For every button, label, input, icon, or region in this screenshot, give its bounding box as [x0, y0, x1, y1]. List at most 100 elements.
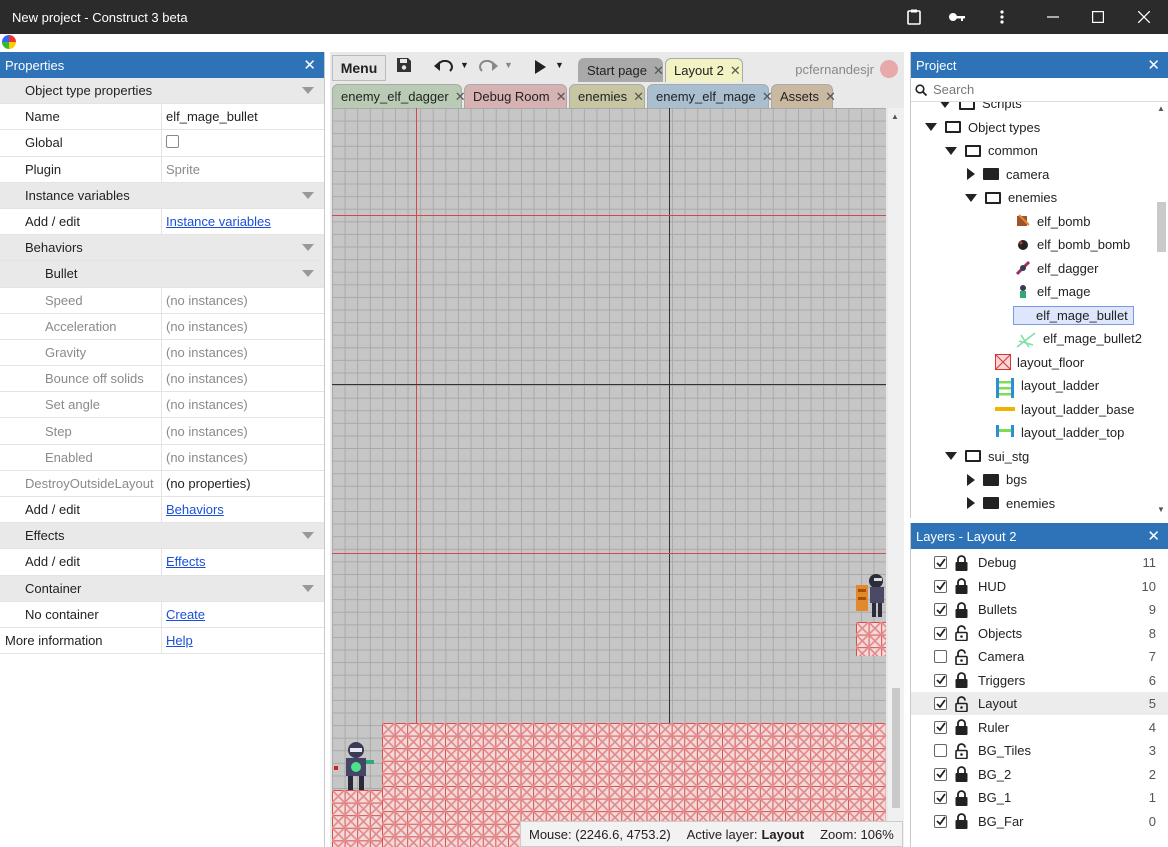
tab-close-icon[interactable]: ✕: [633, 89, 644, 105]
collapse-chevron-icon[interactable]: [302, 244, 314, 252]
collapse-chevron-icon[interactable]: [967, 473, 975, 486]
collapse-chevron-icon[interactable]: [967, 497, 975, 509]
tree-node[interactable]: layout_ladder: [995, 374, 1099, 398]
property-section[interactable]: Instance variables: [0, 182, 324, 209]
property-link[interactable]: Help: [166, 633, 193, 648]
tree-node[interactable]: elf_mage_bullet2: [1015, 327, 1142, 350]
collapse-chevron-icon[interactable]: [302, 584, 314, 592]
project-scrollbar[interactable]: ▲ ▼: [1156, 102, 1166, 516]
property-link[interactable]: Create: [166, 607, 205, 622]
property-value[interactable]: Create: [162, 607, 324, 622]
layer-visibility-checkbox[interactable]: [934, 650, 947, 664]
key-icon[interactable]: [935, 0, 979, 34]
tree-node[interactable]: common: [945, 139, 1038, 162]
tab-assets[interactable]: Assets ✕: [771, 84, 836, 108]
layer-visibility-checkbox[interactable]: [934, 556, 947, 570]
layer-row[interactable]: Ruler 4: [911, 716, 1168, 739]
property-row[interactable]: Add / edit Effects: [0, 549, 324, 576]
tree-node[interactable]: bgs: [965, 468, 1027, 491]
property-link[interactable]: Instance variables: [166, 214, 271, 229]
layer-row[interactable]: Layout 5: [911, 692, 1168, 716]
tree-node[interactable]: camera: [965, 163, 1049, 186]
layer-visibility-checkbox[interactable]: [934, 744, 947, 758]
property-row[interactable]: Global: [0, 130, 324, 157]
tree-node[interactable]: elf_mage_bullet: [1013, 304, 1134, 327]
scroll-up-icon[interactable]: ▲: [891, 112, 899, 121]
tree-node[interactable]: enemies: [965, 492, 1055, 515]
expand-chevron-icon[interactable]: [965, 193, 977, 202]
property-value[interactable]: Instance variables: [162, 214, 324, 229]
layer-visibility-checkbox[interactable]: [934, 697, 947, 711]
layer-visibility-checkbox[interactable]: [934, 767, 947, 781]
expand-chevron-icon[interactable]: [945, 452, 957, 460]
minimize-icon[interactable]: [1031, 0, 1075, 34]
clipboard-icon[interactable]: [892, 0, 936, 34]
layer-row[interactable]: BG_Tiles 3: [911, 739, 1168, 762]
property-section[interactable]: Effects: [0, 523, 324, 550]
tab-layout-2[interactable]: Layout 2 ✕: [665, 58, 743, 82]
layer-row[interactable]: Debug 11: [911, 551, 1168, 574]
property-row[interactable]: Step (no instances): [0, 418, 324, 445]
collapse-chevron-icon[interactable]: [302, 270, 314, 278]
tab-start-page[interactable]: Start page ✕: [578, 58, 664, 82]
lock-icon[interactable]: [955, 766, 968, 783]
unlock-icon[interactable]: [955, 648, 968, 665]
tab-close-icon[interactable]: ✕: [556, 89, 567, 105]
tab-enemy-elf-dagger[interactable]: enemy_elf_dagger ✕: [332, 84, 466, 108]
tree-node[interactable]: enemies: [965, 186, 1057, 209]
expand-chevron-icon[interactable]: [939, 102, 951, 108]
collapse-chevron-icon[interactable]: [302, 87, 314, 95]
layer-row[interactable]: Objects 8: [911, 622, 1168, 645]
expand-chevron-icon[interactable]: [925, 123, 937, 131]
layout-floor-tiles[interactable]: [856, 622, 886, 656]
property-row[interactable]: Add / edit Instance variables: [0, 208, 324, 236]
tree-node[interactable]: elf_dagger: [1015, 257, 1098, 280]
unlock-icon[interactable]: [955, 742, 968, 759]
layer-visibility-checkbox[interactable]: [934, 673, 947, 687]
property-row[interactable]: More information Help: [0, 627, 324, 655]
layer-row[interactable]: Triggers 6: [911, 669, 1168, 692]
property-link[interactable]: Effects: [166, 554, 206, 569]
collapse-chevron-icon[interactable]: [302, 191, 314, 199]
lock-icon[interactable]: [955, 554, 968, 571]
tree-node[interactable]: layout_ladder_top: [995, 421, 1124, 444]
scroll-down-icon[interactable]: ▼: [1157, 505, 1165, 514]
search-input[interactable]: Search: [933, 82, 974, 97]
close-properties-icon[interactable]: ✕: [303, 56, 316, 74]
property-row[interactable]: Set angle (no instances): [0, 392, 324, 419]
layer-visibility-checkbox[interactable]: [934, 579, 947, 593]
undo-icon[interactable]: [434, 59, 454, 79]
layer-row[interactable]: Camera 7: [911, 645, 1168, 668]
property-section[interactable]: Container: [0, 575, 324, 602]
scrollbar-thumb[interactable]: [1157, 202, 1166, 252]
tree-node[interactable]: elf_bomb: [1015, 210, 1090, 233]
property-row[interactable]: Acceleration (no instances): [0, 313, 324, 340]
layer-visibility-checkbox[interactable]: [934, 791, 947, 805]
property-value[interactable]: Effects: [162, 554, 324, 569]
construct-logo-icon[interactable]: [2, 35, 16, 49]
layer-visibility-checkbox[interactable]: [934, 626, 947, 640]
redo-icon[interactable]: [478, 59, 498, 79]
elf-mage-sprite[interactable]: [332, 740, 376, 795]
layout-floor-tiles[interactable]: [332, 790, 382, 847]
tree-node[interactable]: Object types: [925, 116, 1040, 139]
property-row[interactable]: Add / edit Behaviors: [0, 497, 324, 524]
expand-chevron-icon[interactable]: [945, 146, 957, 155]
undo-dropdown-icon[interactable]: ▼: [460, 60, 469, 70]
play-dropdown-icon[interactable]: ▼: [555, 60, 564, 70]
tree-node[interactable]: elf_mage: [1015, 280, 1090, 303]
property-row[interactable]: Bounce off solids (no instances): [0, 366, 324, 393]
layer-row[interactable]: HUD 10: [911, 575, 1168, 598]
layer-visibility-checkbox[interactable]: [934, 603, 947, 617]
user-name[interactable]: pcfernandesjr: [795, 62, 874, 77]
property-row[interactable]: DestroyOutsideLayout (no properties): [0, 470, 324, 497]
unlock-icon[interactable]: [955, 625, 968, 642]
tab-close-icon[interactable]: ✕: [730, 63, 741, 79]
property-row[interactable]: Name elf_mage_bullet: [0, 104, 324, 131]
scrollbar-thumb[interactable]: [892, 688, 900, 808]
layer-row[interactable]: BG_Far 0: [911, 810, 1168, 833]
close-layers-icon[interactable]: ✕: [1147, 527, 1160, 545]
collapse-chevron-icon[interactable]: [967, 168, 975, 180]
close-icon[interactable]: [1122, 0, 1166, 34]
layer-row[interactable]: Bullets 9: [911, 598, 1168, 621]
